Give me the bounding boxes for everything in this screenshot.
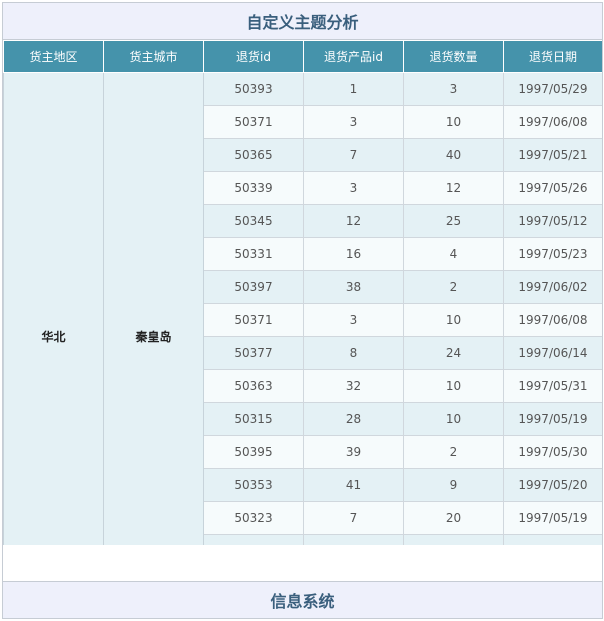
cell-product-id: 32: [303, 369, 404, 403]
cell-product-id: 3: [303, 303, 404, 337]
cell-return-id: 50323: [203, 501, 304, 535]
cell-date: 1997/05/30: [503, 435, 602, 469]
cell-quantity: 20: [403, 501, 504, 535]
report-title-bar: 自定义主题分析: [3, 3, 602, 40]
cell-return-id: 50397: [203, 270, 304, 304]
cell-quantity: 25: [403, 204, 504, 238]
cell-return-id: 50371: [203, 303, 304, 337]
cell-product-id: 41: [303, 468, 404, 502]
cell-product-id: 12: [303, 204, 404, 238]
cell-date: 1997/05/12: [503, 204, 602, 238]
cell-quantity: 9: [403, 468, 504, 502]
cell-product-id: 1: [303, 72, 404, 106]
cell-product-id: 34: [303, 534, 404, 545]
cell-date: 1997/05/31: [503, 369, 602, 403]
cell-quantity: 12: [403, 534, 504, 545]
column-header-city[interactable]: 货主城市: [103, 40, 204, 73]
cell-product-id: 39: [303, 435, 404, 469]
cell-quantity: 3: [403, 72, 504, 106]
cell-date: 1997/05/29: [503, 72, 602, 106]
cell-product-id: 7: [303, 501, 404, 535]
footer-title: 信息系统: [270, 592, 335, 611]
cell-product-id: 38: [303, 270, 404, 304]
cell-date: 1997/06/08: [503, 105, 602, 139]
cell-product-id: 16: [303, 237, 404, 271]
data-table: 货主地区 货主城市 退货id 退货产品id 退货数量 退货日期 华北 秦皇岛 503…: [3, 40, 602, 545]
cell-date: 1997/05/12: [503, 534, 602, 545]
cell-return-id: 50377: [203, 336, 304, 370]
cell-return-id: 50315: [203, 402, 304, 436]
cell-date: 1997/05/19: [503, 501, 602, 535]
cell-product-id: 7: [303, 138, 404, 172]
cell-product-id: 3: [303, 105, 404, 139]
report-title: 自定义主题分析: [246, 13, 359, 32]
cell-return-id: 50395: [203, 435, 304, 469]
cell-quantity: 10: [403, 303, 504, 337]
cell-quantity: 10: [403, 402, 504, 436]
cell-product-id: 28: [303, 402, 404, 436]
cell-product-id: 3: [303, 171, 404, 205]
cell-quantity: 4: [403, 237, 504, 271]
table-scroll-area[interactable]: 货主地区 货主城市 退货id 退货产品id 退货数量 退货日期 华北 秦皇岛 503…: [3, 40, 602, 545]
cell-return-id: 50393: [203, 72, 304, 106]
column-header-product-id[interactable]: 退货产品id: [303, 40, 404, 73]
cell-quantity: 24: [403, 336, 504, 370]
cell-city: 秦皇岛: [103, 72, 204, 545]
cell-date: 1997/05/21: [503, 138, 602, 172]
cell-quantity: 10: [403, 369, 504, 403]
cell-quantity: 2: [403, 435, 504, 469]
cell-date: 1997/05/23: [503, 237, 602, 271]
cell-date: 1997/06/02: [503, 270, 602, 304]
cell-return-id: 50371: [203, 105, 304, 139]
header-row: 货主地区 货主城市 退货id 退货产品id 退货数量 退货日期: [3, 40, 602, 73]
column-header-return-id[interactable]: 退货id: [203, 40, 304, 73]
table-row[interactable]: 华北 秦皇岛 50393 1 3 1997/05/29: [3, 72, 602, 545]
cell-date: 1997/05/26: [503, 171, 602, 205]
cell-return-id: 50331: [203, 237, 304, 271]
cell-date: 1997/06/08: [503, 303, 602, 337]
cell-return-id: 50353: [203, 468, 304, 502]
cell-quantity: 12: [403, 171, 504, 205]
column-header-quantity[interactable]: 退货数量: [403, 40, 504, 73]
cell-return-id: 50365: [203, 138, 304, 172]
cell-return-id: 50339: [203, 171, 304, 205]
column-header-date[interactable]: 退货日期: [503, 40, 602, 73]
cell-region: 华北: [3, 72, 104, 545]
cell-quantity: 40: [403, 138, 504, 172]
cell-return-id: 50301: [203, 534, 304, 545]
cell-product-id: 8: [303, 336, 404, 370]
cell-return-id: 50345: [203, 204, 304, 238]
cell-quantity: 2: [403, 270, 504, 304]
cell-date: 1997/05/20: [503, 468, 602, 502]
column-header-region[interactable]: 货主地区: [3, 40, 104, 73]
cell-quantity: 10: [403, 105, 504, 139]
footer-bar: 信息系统: [3, 581, 602, 618]
cell-date: 1997/05/19: [503, 402, 602, 436]
cell-date: 1997/06/14: [503, 336, 602, 370]
report-frame: 自定义主题分析 货主地区 货主城市 退货id 退货产品id 退货数量 退货日期 …: [2, 2, 603, 619]
cell-return-id: 50363: [203, 369, 304, 403]
